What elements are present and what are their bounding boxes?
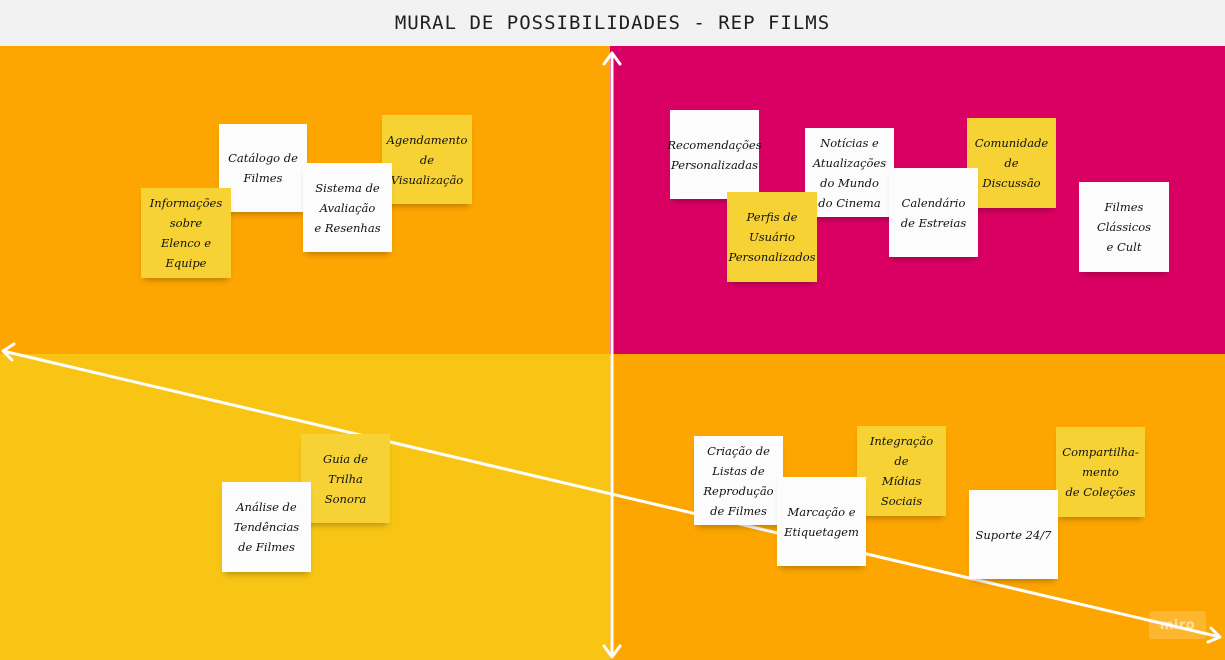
sticky-note-sistema-avaliacao[interactable]: Sistema de Avaliação e Resenhas xyxy=(303,163,392,252)
sticky-note-compartilhamento[interactable]: Compartilha- mento de Coleções xyxy=(1056,427,1145,517)
sticky-note-agendamento[interactable]: Agendamento de Visualização xyxy=(382,115,472,204)
sticky-note-perfis[interactable]: Perfis de Usuário Personalizados xyxy=(727,192,817,282)
miro-watermark: miro xyxy=(1149,611,1206,639)
sticky-note-noticias[interactable]: Notícias e Atualizações do Mundo do Cine… xyxy=(805,128,894,217)
sticky-note-classicos[interactable]: Filmes Clássicos e Cult xyxy=(1079,182,1169,272)
sticky-note-criacao-listas[interactable]: Criação de Listas de Reprodução de Filme… xyxy=(694,436,783,525)
sticky-note-guia-trilha[interactable]: Guia de Trilha Sonora xyxy=(301,434,390,523)
sticky-note-informacoes[interactable]: Informações sobre Elenco e Equipe xyxy=(141,188,231,278)
sticky-note-marcacao[interactable]: Marcação e Etiquetagem xyxy=(777,477,866,566)
sticky-note-integracao[interactable]: Integração de Mídias Sociais xyxy=(857,426,946,516)
sticky-note-suporte[interactable]: Suporte 24/7 xyxy=(969,490,1058,579)
sticky-note-calendario[interactable]: Calendário de Estreias xyxy=(889,168,978,257)
sticky-note-catalogo[interactable]: Catálogo de Filmes xyxy=(219,124,307,212)
sticky-note-analise[interactable]: Análise de Tendências de Filmes xyxy=(222,482,311,572)
sticky-note-comunidade[interactable]: Comunidade de Discussão xyxy=(967,118,1056,208)
sticky-note-recomendacoes[interactable]: Recomendações Personalizadas xyxy=(667,110,762,199)
